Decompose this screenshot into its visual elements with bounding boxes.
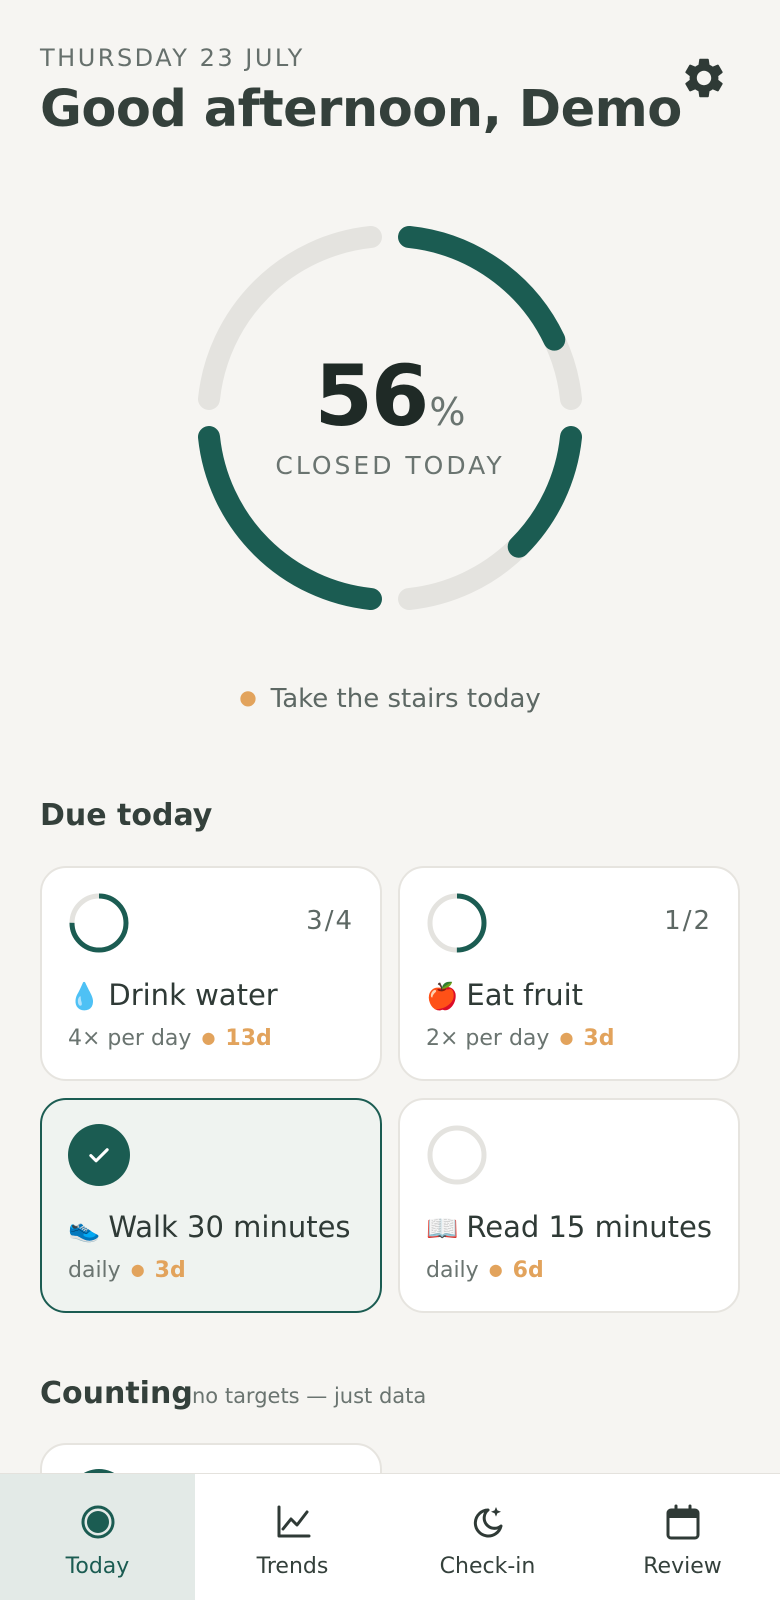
habit-streak: 6d <box>512 1258 544 1283</box>
habit-progress-ring <box>427 1125 487 1185</box>
habit-count: 1/2 <box>664 906 712 936</box>
nav-label-checkin: Check-in <box>439 1554 536 1579</box>
apple-icon: 🍎 <box>426 982 459 1012</box>
chart-line-icon <box>277 1505 310 1538</box>
habit-card-read[interactable]: 📖 Read 15 minutes daily ● 6d <box>398 1098 740 1313</box>
habit-frequency: 2× per day <box>426 1026 550 1051</box>
habit-meta: daily ● 3d <box>68 1258 186 1283</box>
tip-text: Take the stairs today <box>270 684 541 714</box>
checkmark-icon <box>89 1148 109 1163</box>
habit-name: 🍎 Eat fruit <box>426 978 583 1012</box>
nav-item-review[interactable]: Review <box>585 1474 780 1600</box>
sneaker-icon: 👟 <box>68 1214 101 1244</box>
greeting-title: Good afternoon, Demo <box>40 80 682 139</box>
habit-frequency: 4× per day <box>68 1026 192 1051</box>
habit-meta: 4× per day ● 13d <box>68 1026 272 1051</box>
habit-frequency: daily <box>68 1258 121 1283</box>
habit-streak: 3d <box>583 1026 615 1051</box>
mini-ring-track <box>427 1125 487 1185</box>
habit-name: 📖 Read 15 minutes <box>426 1210 712 1244</box>
date-label: THURSDAY 23 JULY <box>40 44 305 72</box>
meta-separator: ● <box>201 1028 216 1047</box>
today-circle-icon <box>81 1505 114 1539</box>
progress-label: CLOSED TODAY <box>275 450 505 480</box>
book-icon: 📖 <box>426 1214 459 1244</box>
habit-done-check <box>68 1124 130 1186</box>
habit-name-text: Eat fruit <box>466 978 583 1012</box>
gear-icon <box>685 58 723 98</box>
progress-ring: 56 % CLOSED TODAY <box>190 218 590 618</box>
habit-card-eat-fruit[interactable]: 1/2 🍎 Eat fruit 2× per day ● 3d <box>398 866 740 1081</box>
nav-label-trends: Trends <box>256 1554 329 1579</box>
habit-progress-ring <box>427 893 487 953</box>
habit-frequency: daily <box>426 1258 479 1283</box>
counting-title: Counting <box>40 1376 193 1411</box>
calendar-icon <box>666 1504 699 1540</box>
meta-separator: ● <box>130 1260 145 1279</box>
tip-bullet: ● <box>239 685 257 709</box>
due-today-title: Due today <box>40 798 213 833</box>
habit-card-drink-water[interactable]: 3/4 💧 Drink water 4× per day ● 13d <box>40 866 382 1081</box>
habit-meta: daily ● 6d <box>426 1258 544 1283</box>
habit-streak: 13d <box>225 1026 272 1051</box>
habit-name: 👟 Walk 30 minutes <box>68 1210 351 1244</box>
habit-card-walk[interactable]: 👟 Walk 30 minutes daily ● 3d <box>40 1098 382 1313</box>
habit-progress-ring <box>69 893 129 953</box>
counting-subtitle: no targets — just data <box>192 1384 427 1408</box>
progress-percent-value: 56 <box>314 346 429 445</box>
nav-item-trends[interactable]: Trends <box>195 1474 390 1600</box>
settings-button[interactable] <box>680 54 728 102</box>
nav-item-today[interactable]: Today <box>0 1474 195 1600</box>
moon-star-icon <box>473 1507 502 1538</box>
meta-separator: ● <box>559 1028 574 1047</box>
habit-name-text: Drink water <box>108 978 278 1012</box>
habit-name-text: Walk 30 minutes <box>108 1210 351 1244</box>
bottom-nav: Today Trends Check-in Review <box>0 1473 780 1600</box>
progress-percent-sign: % <box>429 389 466 434</box>
habit-name: 💧 Drink water <box>68 978 278 1012</box>
nav-label-today: Today <box>65 1554 130 1579</box>
habit-meta: 2× per day ● 3d <box>426 1026 614 1051</box>
nav-item-checkin[interactable]: Check-in <box>390 1474 585 1600</box>
habit-streak: 3d <box>154 1258 186 1283</box>
habit-count: 3/4 <box>306 906 354 936</box>
nav-label-review: Review <box>643 1554 722 1579</box>
water-drop-icon: 💧 <box>68 982 101 1012</box>
meta-separator: ● <box>488 1260 503 1279</box>
daily-tip: ● Take the stairs today <box>0 684 780 714</box>
habit-name-text: Read 15 minutes <box>466 1210 712 1244</box>
